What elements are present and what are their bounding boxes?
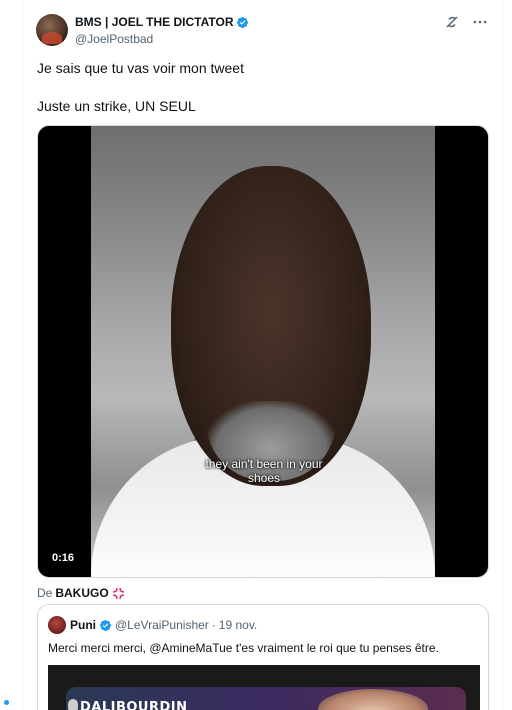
quote-author-handle[interactable]: @LeVraiPunisher [115,618,209,632]
quote-header: Puni @LeVraiPunisher · 19 nov. [70,618,257,632]
tweet[interactable]: BMS | JOEL THE DICTATOR @JoelPostbad Je … [23,0,502,710]
microphone-icon [68,699,78,710]
tweet-text-line: Je sais que tu vas voir mon tweet [37,60,244,76]
video-caption-line: shoes [247,471,281,485]
quote-date[interactable]: 19 nov. [219,618,257,632]
tweet-top-actions [444,14,488,30]
more-icon[interactable] [472,14,488,30]
video-attribution: De BAKUGO [37,586,125,600]
video-caption: they ain't been in your shoes [38,457,488,485]
quote-separator: · [211,618,216,632]
video-player[interactable]: they ain't been in your shoes 0:16 [37,125,489,578]
author-handle[interactable]: @JoelPostbad [75,32,153,46]
quoted-tweet[interactable]: Puni @LeVraiPunisher · 19 nov. Merci mer… [37,604,489,710]
video-frame [91,126,435,577]
quote-author-name[interactable]: Puni [70,618,96,632]
quote-media-label: DALIBOURDIN [80,700,188,710]
video-caption-line: they ain't been in your [205,457,323,471]
author-display-name[interactable]: BMS | JOEL THE DICTATOR [75,15,233,29]
quote-author-avatar[interactable] [48,616,66,634]
video-duration: 0:16 [48,550,79,567]
author-name-row: BMS | JOEL THE DICTATOR [75,15,249,29]
grok-icon[interactable] [444,14,460,30]
attribution-source[interactable]: BAKUGO [55,586,108,600]
quote-text: Merci merci merci, @AmineMaTue t'es vrai… [48,641,439,655]
tweet-text: Je sais que tu vas voir mon tweet Juste … [37,59,487,116]
timeline-border-right [502,0,503,710]
attribution-prefix: De [37,586,53,600]
author-avatar[interactable] [36,14,68,46]
verified-badge-icon [236,16,249,29]
notification-dot [4,700,9,705]
anger-icon [112,587,125,600]
tweet-text-line: Juste un strike, UN SEUL [37,98,196,114]
quote-media[interactable]: DALIBOURDIN [48,665,480,710]
verified-badge-icon [99,619,112,632]
